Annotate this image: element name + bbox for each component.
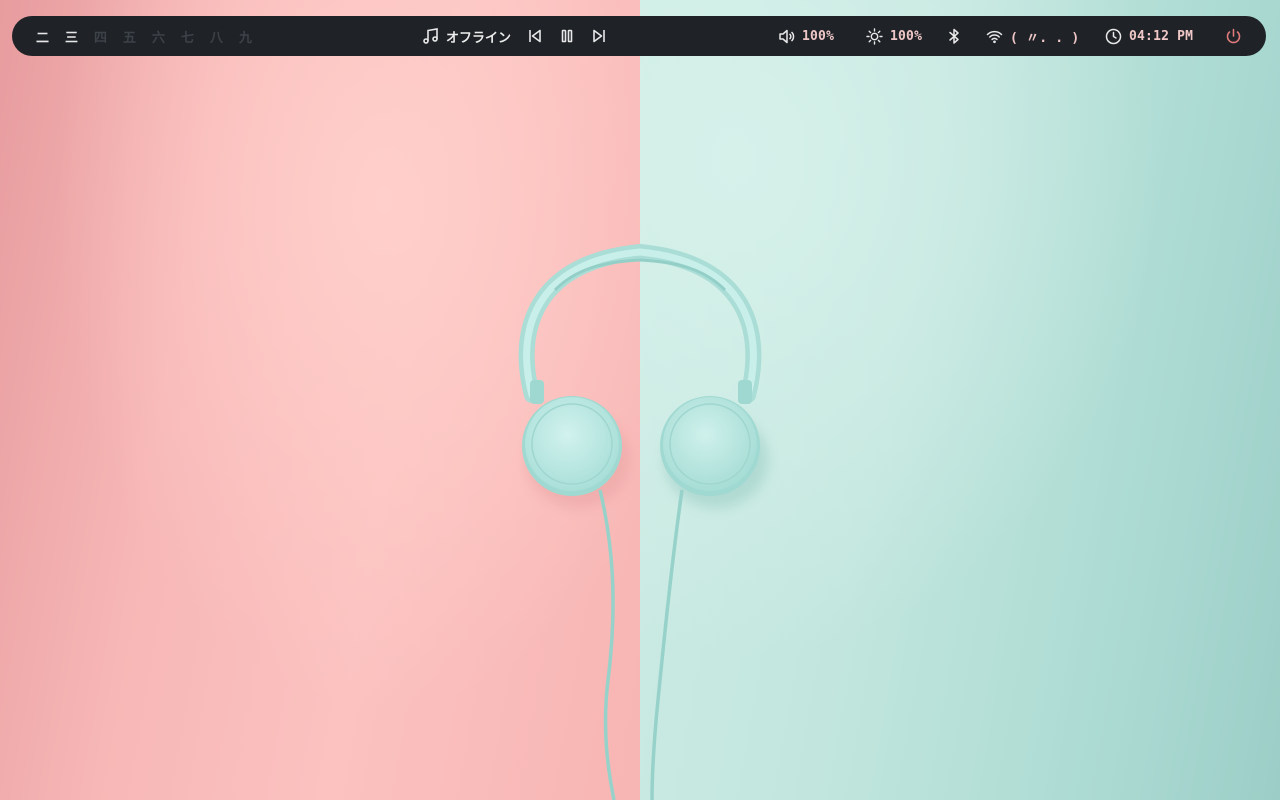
bluetooth-module[interactable] xyxy=(947,16,961,56)
network-status: ( 〃. . ) xyxy=(1010,30,1080,46)
media-track-title[interactable]: オフライン xyxy=(446,27,511,46)
workspace-9[interactable]: 九 xyxy=(239,27,268,46)
media-player: オフライン xyxy=(422,16,607,56)
power-icon xyxy=(1225,28,1242,45)
clock-time: 04:12 PM xyxy=(1129,28,1194,44)
clock-icon xyxy=(1105,28,1122,45)
music-note-icon xyxy=(422,27,440,45)
brightness-value: 100% xyxy=(890,28,923,44)
sun-icon xyxy=(866,27,883,45)
workspace-5[interactable]: 五 xyxy=(123,27,152,46)
workspace-3[interactable]: 三 xyxy=(65,27,94,46)
next-icon[interactable] xyxy=(591,28,607,44)
workspace-7[interactable]: 七 xyxy=(181,27,210,46)
previous-icon[interactable] xyxy=(527,28,543,44)
pause-icon[interactable] xyxy=(559,28,575,44)
headphones-image xyxy=(518,243,768,800)
volume-value: 100% xyxy=(802,28,835,44)
top-bar: 二 三 四 五 六 七 八 九 オフライン 100% 100% (〃. .)… xyxy=(12,16,1266,56)
wifi-icon xyxy=(986,28,1003,45)
workspace-4[interactable]: 四 xyxy=(94,27,123,46)
workspace-6[interactable]: 六 xyxy=(152,27,181,46)
power-button[interactable] xyxy=(1225,16,1242,56)
workspace-list: 二 三 四 五 六 七 八 九 xyxy=(36,16,268,56)
bluetooth-icon xyxy=(947,28,961,45)
network-module[interactable]: ( 〃. . ) xyxy=(986,16,1079,56)
brightness-module[interactable]: 100% xyxy=(866,16,922,56)
clock-module[interactable]: 04:12 PM xyxy=(1105,16,1193,56)
speaker-icon xyxy=(778,28,795,45)
volume-module[interactable]: 100% xyxy=(778,16,834,56)
workspace-2[interactable]: 二 xyxy=(36,27,65,46)
workspace-8[interactable]: 八 xyxy=(210,27,239,46)
